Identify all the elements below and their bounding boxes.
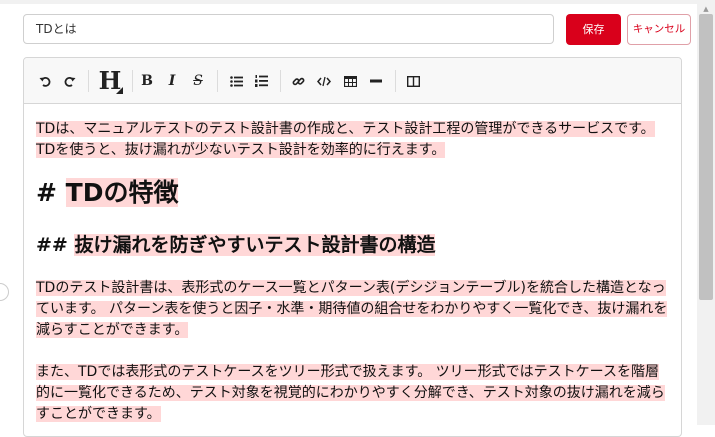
paragraph-structure: TDのテスト設計書は、表形式のケース一覧とパターン表(デシジョンテーブル)を統合… [36, 280, 668, 338]
paragraph-tree: また、TDでは表形式のテストケースをツリー形式で扱えます。 ツリー形式ではテスト… [36, 364, 665, 422]
paragraph-intro: TDは、マニュアルテストのテスト設計書の作成と、テスト設計工程の管理ができるサー… [36, 121, 655, 158]
toolbar-separator [280, 70, 281, 92]
toolbar-separator [395, 70, 396, 92]
scrollbar-thumb[interactable] [699, 14, 713, 300]
heading-1: # TDの特徴 [36, 178, 179, 207]
strikethrough-icon[interactable]: S [189, 70, 207, 92]
top-band [0, 0, 715, 4]
bullet-list-icon[interactable] [227, 70, 245, 92]
editor-toolbar: H B I S [24, 58, 681, 104]
link-icon[interactable] [289, 70, 307, 92]
heading-icon[interactable]: H [96, 66, 124, 96]
save-button[interactable]: 保存 [566, 14, 621, 45]
horizontal-rule-icon[interactable] [367, 70, 385, 92]
resize-handle[interactable] [0, 283, 9, 301]
bold-icon[interactable]: B [138, 70, 156, 92]
table-icon[interactable] [341, 70, 359, 92]
side-by-side-icon[interactable] [404, 70, 422, 92]
title-input[interactable]: TDとは [23, 14, 554, 44]
cancel-button[interactable]: キャンセル [627, 14, 691, 45]
numbered-list-icon[interactable] [252, 70, 270, 92]
italic-icon[interactable]: I [163, 70, 181, 92]
scroll-up-arrow-icon[interactable]: ▲ [700, 4, 712, 14]
code-icon[interactable] [315, 70, 333, 92]
undo-icon[interactable] [36, 70, 54, 92]
redo-icon[interactable] [61, 70, 79, 92]
toolbar-separator [132, 70, 133, 92]
markdown-editor[interactable]: H B I S TDは、マニュアルテストのテスト設計書の作成と、テスト設計工程の… [23, 57, 682, 437]
heading-2: ## 抜け漏れを防ぎやすいテスト設計書の構造 [36, 234, 436, 256]
toolbar-separator [217, 70, 218, 92]
toolbar-separator [88, 70, 89, 92]
